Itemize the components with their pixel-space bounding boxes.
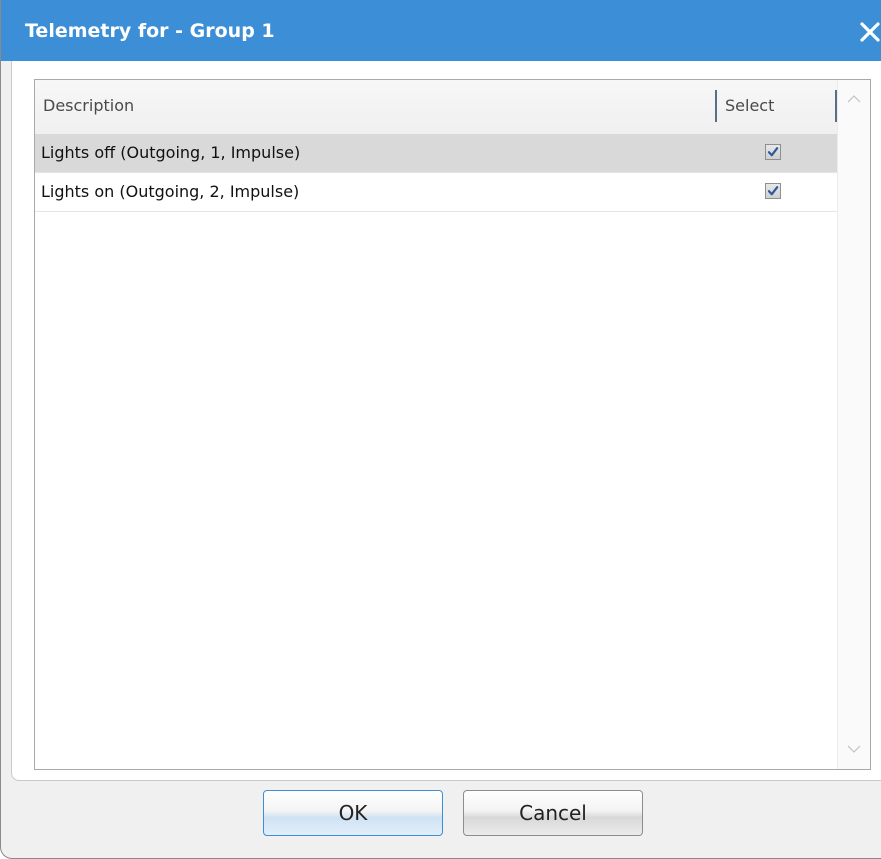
checkmark-icon bbox=[767, 147, 779, 157]
chevron-up-icon[interactable] bbox=[847, 94, 861, 104]
select-checkbox[interactable] bbox=[765, 183, 781, 199]
select-checkbox[interactable] bbox=[765, 144, 781, 160]
grid-header: Description Select bbox=[35, 80, 837, 135]
telemetry-dialog: Telemetry for - Group 1 Description Sele… bbox=[0, 0, 881, 859]
vertical-scrollbar[interactable] bbox=[837, 80, 870, 769]
column-header-select[interactable]: Select bbox=[725, 96, 774, 115]
cancel-button[interactable]: Cancel bbox=[463, 790, 643, 836]
table-row[interactable]: Lights off (Outgoing, 1, Impulse) bbox=[35, 134, 837, 173]
table-row[interactable]: Lights on (Outgoing, 2, Impulse) bbox=[35, 173, 837, 212]
checkmark-icon bbox=[767, 186, 779, 196]
telemetry-grid: Description Select Lights off (Outgoing,… bbox=[34, 79, 871, 770]
close-button[interactable] bbox=[853, 16, 881, 46]
window-title: Telemetry for - Group 1 bbox=[25, 20, 275, 42]
title-bar[interactable]: Telemetry for - Group 1 bbox=[1, 0, 881, 61]
column-header-description[interactable]: Description bbox=[43, 96, 134, 115]
column-separator[interactable] bbox=[715, 90, 717, 122]
ok-button[interactable]: OK bbox=[263, 790, 443, 836]
chevron-down-icon[interactable] bbox=[847, 744, 861, 754]
row-description: Lights on (Outgoing, 2, Impulse) bbox=[41, 182, 300, 201]
row-description: Lights off (Outgoing, 1, Impulse) bbox=[41, 143, 301, 162]
close-icon bbox=[860, 22, 880, 42]
